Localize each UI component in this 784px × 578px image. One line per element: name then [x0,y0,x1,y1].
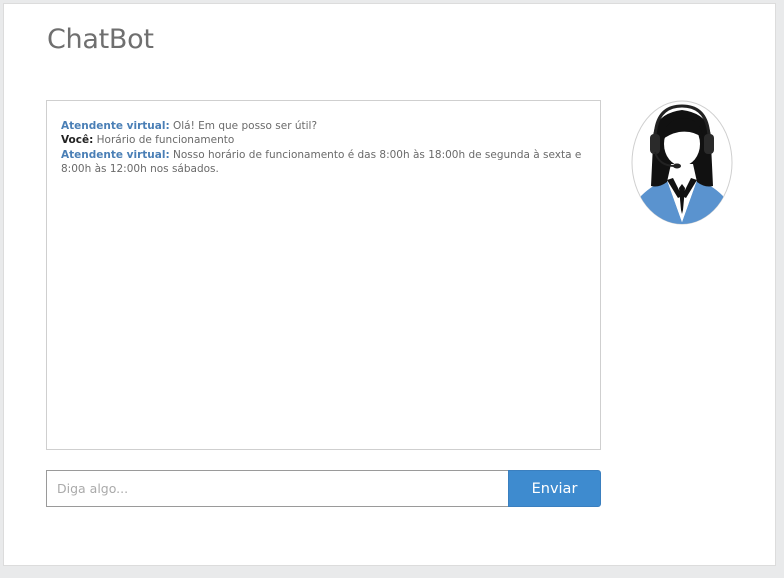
send-button[interactable]: Enviar [508,470,601,507]
chat-message-bot: Atendente virtual: Nosso horário de func… [61,148,586,177]
chat-log: Atendente virtual: Olá! Em que posso ser… [46,100,601,450]
message-sender: Atendente virtual: [61,120,170,132]
chatbot-card: ChatBot Atendente virtual: Olá! Em que p… [3,3,776,566]
message-text: Horário de funcionamento [96,134,235,147]
message-text: Olá! Em que posso ser útil? [173,120,318,132]
composer: Enviar [46,470,601,507]
message-input[interactable] [46,470,508,507]
chat-message-bot: Atendente virtual: Olá! Em que posso ser… [61,119,586,133]
virtual-agent-headset-icon [631,100,733,225]
message-sender: Atendente virtual: [61,148,170,161]
page-title: ChatBot [47,24,154,55]
message-sender: Você: [61,134,94,147]
chat-message-user: Você: Horário de funcionamento [61,133,586,147]
